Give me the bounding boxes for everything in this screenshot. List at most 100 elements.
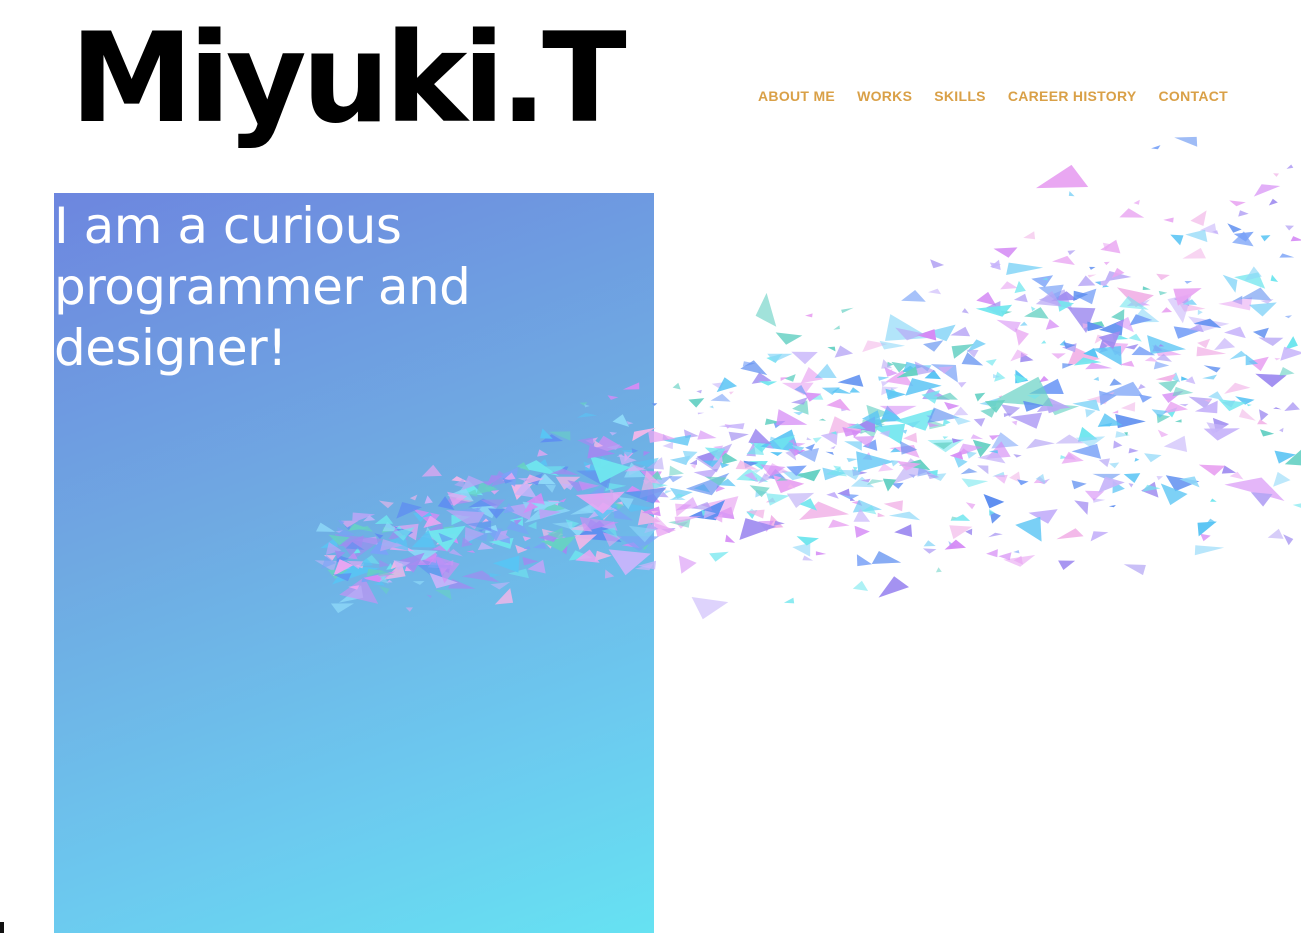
triangle-particle-icon: [1238, 210, 1249, 217]
triangle-particle-icon: [1006, 262, 1044, 275]
triangle-particle-icon: [1133, 199, 1140, 205]
triangle-particle-icon: [1170, 234, 1184, 246]
triangle-particle-icon: [494, 588, 514, 605]
triangle-particle-icon: [696, 389, 702, 394]
triangle-particle-icon: [998, 552, 1012, 561]
triangle-particle-icon: [991, 432, 1019, 449]
triangle-particle-icon: [540, 428, 553, 439]
triangle-particle-icon: [885, 388, 906, 400]
triangle-particle-icon: [1144, 453, 1162, 463]
triangle-particle-icon: [1260, 429, 1275, 437]
triangle-particle-icon: [1284, 315, 1292, 319]
triangle-particle-icon: [1068, 191, 1075, 197]
triangle-particle-icon: [1284, 402, 1300, 411]
triangle-particle-icon: [489, 573, 502, 578]
triangle-particle-icon: [378, 585, 390, 595]
triangle-particle-icon: [1214, 337, 1236, 350]
triangle-particle-icon: [767, 353, 793, 363]
triangle-particle-icon: [426, 594, 432, 599]
triangle-particle-icon: [424, 495, 433, 504]
triangle-particle-icon: [923, 340, 944, 352]
triangle-particle-icon: [802, 555, 814, 561]
triangle-particle-icon: [1013, 550, 1020, 554]
triangle-particle-icon: [1128, 333, 1142, 342]
triangle-particle-icon: [833, 325, 840, 330]
triangle-particle-icon: [1036, 164, 1089, 189]
triangle-particle-icon: [1013, 454, 1022, 458]
triangle-particle-icon: [607, 395, 619, 400]
triangle-particle-icon: [379, 559, 390, 568]
triangle-particle-icon: [584, 404, 590, 408]
triangle-particle-icon: [490, 582, 511, 590]
triangle-particle-icon: [965, 502, 976, 510]
triangle-particle-icon: [448, 549, 463, 557]
triangle-particle-icon: [1174, 419, 1182, 423]
triangle-particle-icon: [1014, 280, 1026, 294]
triangle-particle-icon: [1128, 483, 1134, 488]
triangle-particle-icon: [1071, 480, 1087, 490]
triangle-particle-icon: [1119, 360, 1135, 367]
triangle-particle-icon: [1001, 404, 1021, 417]
triangle-particle-icon: [1123, 473, 1141, 483]
triangle-particle-icon: [1203, 428, 1240, 441]
triangle-particle-icon: [1182, 247, 1206, 259]
triangle-particle-icon: [1197, 309, 1203, 316]
triangle-particle-icon: [1015, 328, 1029, 346]
triangle-particle-icon: [1172, 386, 1194, 397]
triangle-particle-icon: [942, 418, 951, 426]
triangle-particle-icon: [651, 403, 658, 406]
triangle-particle-icon: [1163, 217, 1174, 223]
triangle-particle-icon: [1274, 357, 1281, 361]
triangle-particle-icon: [1279, 427, 1284, 433]
triangle-particle-icon: [1051, 353, 1066, 359]
triangle-particle-icon: [1144, 356, 1158, 362]
triangle-particle-icon: [993, 247, 1018, 258]
triangle-particle-icon: [1224, 382, 1251, 394]
triangle-particle-icon: [1229, 200, 1246, 207]
triangle-particle-icon: [421, 464, 442, 477]
triangle-particle-icon: [970, 434, 984, 440]
triangle-particle-icon: [330, 603, 354, 614]
triangle-particle-icon: [791, 351, 818, 365]
triangle-particle-icon: [806, 437, 812, 441]
triangle-particle-icon: [1158, 290, 1168, 296]
triangle-particle-icon: [1290, 236, 1301, 242]
triangle-particle-icon: [1151, 145, 1161, 150]
triangle-particle-icon: [1283, 534, 1294, 546]
triangle-particle-icon: [1134, 457, 1140, 462]
triangle-particle-icon: [1161, 307, 1173, 313]
triangle-particle-icon: [462, 570, 500, 583]
triangle-particle-icon: [935, 567, 942, 573]
triangle-particle-icon: [1240, 287, 1272, 301]
triangle-particle-icon: [1174, 136, 1198, 147]
triangle-particle-icon: [930, 259, 945, 269]
triangle-particle-icon: [710, 393, 731, 402]
triangle-particle-icon: [1123, 564, 1146, 576]
triangle-particle-icon: [527, 521, 537, 530]
triangle-particle-icon: [668, 476, 683, 483]
triangle-particle-icon: [828, 519, 850, 528]
triangle-particle-icon: [1089, 266, 1096, 270]
triangle-particle-icon: [669, 465, 684, 476]
triangle-particle-icon: [1218, 297, 1253, 311]
triangle-particle-icon: [942, 436, 949, 440]
triangle-particle-icon: [316, 522, 336, 532]
triangle-particle-icon: [977, 465, 989, 475]
triangle-particle-icon: [758, 381, 778, 386]
triangle-particle-icon: [1285, 225, 1294, 231]
triangle-particle-icon: [1258, 337, 1284, 346]
triangle-particle-icon: [852, 580, 869, 591]
triangle-particle-icon: [1000, 281, 1018, 290]
triangle-particle-icon: [522, 536, 532, 542]
triangle-particle-icon: [944, 401, 960, 410]
triangle-particle-icon: [901, 290, 926, 302]
triangle-particle-icon: [891, 460, 900, 467]
triangle-particle-icon: [928, 288, 942, 295]
triangle-particle-icon: [1202, 374, 1217, 380]
triangle-particle-icon: [678, 555, 697, 574]
triangle-particle-icon: [729, 391, 734, 395]
triangle-particle-icon: [1111, 309, 1125, 322]
triangle-particle-icon: [1198, 464, 1226, 476]
triangle-particle-icon: [1023, 231, 1036, 240]
triangle-particle-icon: [849, 387, 861, 393]
